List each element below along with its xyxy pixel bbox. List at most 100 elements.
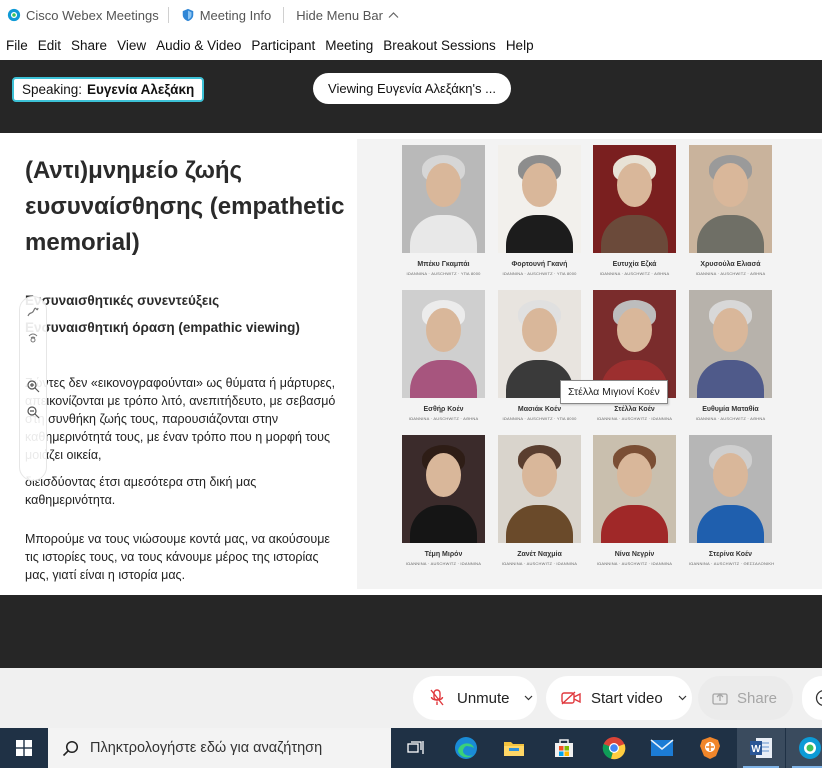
- share-icon: [712, 693, 728, 705]
- portrait-caption: ΙΩΑΝΝΙΝΑ · AUSCHWITZ · ΥΠΑ 8000: [502, 416, 577, 421]
- portrait-card: Τέμη Μιρόν ΙΩΑΝΝΙΝΑ · AUSCHWITZ · ΙΩΑΝΝΙΝ…: [402, 435, 485, 566]
- edge-button[interactable]: [442, 728, 490, 768]
- laser-icon[interactable]: [26, 331, 40, 345]
- speaking-indicator: Speaking: Ευγενία Αλεξάκη: [12, 77, 205, 102]
- zoom-in-icon[interactable]: [26, 379, 40, 393]
- start-video-button[interactable]: Start video: [546, 676, 692, 720]
- portrait-name: Φορτουνή Γκανή: [511, 261, 568, 268]
- menu-audio-video[interactable]: Audio & Video: [150, 38, 245, 53]
- portrait-caption: ΙΩΑΝΝΙΝΑ · AUSCHWITZ · ΙΩΑΝΝΙΝΑ: [405, 561, 482, 566]
- mail-icon: [650, 739, 674, 756]
- menu-breakout-sessions[interactable]: Breakout Sessions: [377, 38, 500, 53]
- taskbar-search[interactable]: Πληκτρολογήστε εδώ για αναζήτηση: [48, 728, 391, 768]
- more-options-button[interactable]: [802, 676, 822, 720]
- portrait-photo: [498, 145, 581, 253]
- viewing-share-button[interactable]: Viewing Ευγενία Αλεξάκη's ...: [313, 73, 511, 104]
- unmute-label: Unmute: [457, 689, 510, 707]
- portrait-photo: [593, 145, 676, 253]
- store-button[interactable]: [540, 728, 588, 768]
- portrait-caption: ΙΩΑΝΝΙΝΑ · AUSCHWITZ · ΥΠΑ 8000: [406, 271, 481, 276]
- share-label: Share: [737, 689, 778, 707]
- portrait-name: Εσθήρ Κοέν: [423, 406, 464, 413]
- portrait-photo: [689, 145, 772, 253]
- portrait-photo: [593, 435, 676, 543]
- shield-icon: [182, 8, 193, 22]
- word-button[interactable]: W: [737, 728, 785, 768]
- unmute-button[interactable]: Unmute: [413, 676, 537, 720]
- portrait-caption: ΙΩΑΝΝΙΝΑ · AUSCHWITZ · ΑΘΗΝΑ: [599, 271, 670, 276]
- portrait-name: Ζανέτ Ναχμία: [517, 551, 562, 558]
- title-bar: Cisco Webex Meetings Meeting Info Hide M…: [0, 0, 822, 30]
- video-off-icon: [561, 691, 581, 705]
- portrait-photo: [689, 290, 772, 398]
- chevron-down-icon[interactable]: [678, 695, 687, 701]
- meeting-stage: Speaking: Ευγενία Αλεξάκη Viewing Ευγενί…: [0, 60, 822, 668]
- menu-share[interactable]: Share: [65, 38, 111, 53]
- slide-paragraph: διεισδύοντας έτσι αμεσότερα στη δική μας…: [25, 475, 257, 507]
- menu-help[interactable]: Help: [500, 38, 538, 53]
- menu-participant[interactable]: Participant: [245, 38, 319, 53]
- portrait-caption: ΙΩΑΝΝΙΝΑ · AUSCHWITZ · ΥΠΑ 8000: [502, 271, 577, 276]
- app-name: Cisco Webex Meetings: [26, 7, 159, 23]
- portrait-caption: ΙΩΑΝΝΙΝΑ · AUSCHWITZ · ΙΩΑΝΝΙΝΑ: [596, 561, 673, 566]
- portrait-name: Μασιάκ Κοέν: [517, 406, 562, 413]
- portrait-card: Ευθυμία Ματαθία ΙΩΑΝΝΙΝΑ · AUSCHWITZ · ΑΘ…: [689, 290, 772, 421]
- divider: [167, 7, 169, 23]
- start-button[interactable]: [0, 728, 48, 768]
- share-button[interactable]: Share: [698, 676, 793, 720]
- brave-icon: [700, 737, 720, 759]
- slide-subtitle-interviews: Ενσυναισθητικές συνεντεύξεις: [25, 293, 220, 308]
- divider: [283, 7, 285, 23]
- meeting-info-button[interactable]: Meeting Info: [181, 7, 272, 23]
- portrait-name: Στερίνα Κοέν: [708, 551, 753, 558]
- chrome-button[interactable]: [590, 728, 638, 768]
- speaker-name: Ευγενία Αλεξάκη: [87, 82, 195, 97]
- hide-menu-bar-button[interactable]: Hide Menu Bar: [296, 8, 399, 23]
- brave-button[interactable]: [686, 728, 734, 768]
- portrait-card: Χρυσούλα Ελιασά ΙΩΑΝΝΙΝΑ · AUSCHWITZ · ΑΘ…: [689, 145, 772, 276]
- portrait-photo: [402, 290, 485, 398]
- chrome-icon: [602, 737, 626, 760]
- mail-button[interactable]: [638, 728, 686, 768]
- app-title: Cisco Webex Meetings: [7, 8, 159, 23]
- task-view-button[interactable]: [392, 728, 440, 768]
- meeting-controls: Unmute Start video Share: [0, 668, 822, 728]
- muted-mic-icon: [430, 689, 444, 706]
- file-explorer-button[interactable]: [490, 728, 538, 768]
- menu-meeting[interactable]: Meeting: [319, 38, 377, 53]
- portrait-caption: ΙΩΑΝΝΙΝΑ · AUSCHWITZ · ΙΩΑΝΝΙΝΑ: [501, 561, 578, 566]
- portrait-card: Μπέκυ Γκαμπάι ΙΩΑΝΝΙΝΑ · AUSCHWITZ · ΥΠΑ …: [402, 145, 485, 276]
- portrait-caption: ΙΩΑΝΝΙΝΑ · AUSCHWITZ · ΑΘΗΝΑ: [408, 416, 479, 421]
- svg-text:W: W: [751, 744, 761, 755]
- webex-taskbar-button[interactable]: [786, 728, 822, 768]
- slide-title: (Αντι)μνημείο ζωής ευσυναίσθησης (empath…: [25, 157, 345, 256]
- more-icon: [815, 690, 822, 706]
- zoom-out-icon[interactable]: [26, 405, 40, 419]
- shared-slide: (Αντι)μνημείο ζωής ευσυναίσθησης (empath…: [0, 133, 822, 595]
- portrait-card: Φορτουνή Γκανή ΙΩΑΝΝΙΝΑ · AUSCHWITZ · ΥΠΑ…: [498, 145, 581, 276]
- search-placeholder: Πληκτρολογήστε εδώ για αναζήτηση: [90, 740, 323, 756]
- portrait-card: Εσθήρ Κοέν ΙΩΑΝΝΙΝΑ · AUSCHWITZ · ΑΘΗΝΑ: [402, 290, 485, 421]
- menu-view[interactable]: View: [111, 38, 150, 53]
- portrait-name: Ευτυχία Εζκά: [612, 261, 657, 268]
- menu-file[interactable]: File: [0, 38, 32, 53]
- portrait-caption: ΙΩΑΝΝΙΝΑ · AUSCHWITZ · ΑΘΗΝΑ: [695, 271, 766, 276]
- slide-paragraph: Ζώντες δεν «εικονογραφούνται» ως θύματα …: [25, 376, 336, 462]
- portrait-name: Μπέκυ Γκαμπάι: [417, 261, 470, 268]
- start-video-label: Start video: [591, 689, 663, 707]
- store-icon: [555, 739, 573, 757]
- meeting-info-label: Meeting Info: [199, 7, 272, 23]
- slide-paragraph: Μπορούμε να τους νιώσουμε κοντά μας, να …: [25, 532, 330, 582]
- edge-icon: [455, 737, 477, 759]
- windows-taskbar: Πληκτρολογήστε εδώ για αναζήτηση W: [0, 728, 822, 768]
- speaking-label: Speaking:: [22, 82, 83, 97]
- pen-icon[interactable]: [26, 305, 40, 319]
- task-view-icon: [407, 741, 424, 754]
- portrait-photo: [402, 435, 485, 543]
- hide-menu-bar-label: Hide Menu Bar: [296, 7, 383, 23]
- menu-edit[interactable]: Edit: [32, 38, 65, 53]
- menu-bar: File Edit Share View Audio & Video Parti…: [0, 34, 822, 56]
- file-explorer-icon: [504, 742, 524, 756]
- slide-subtitle-viewing: Ενσυναισθητική όραση (empathic viewing): [25, 320, 300, 335]
- chevron-down-icon[interactable]: [524, 695, 533, 701]
